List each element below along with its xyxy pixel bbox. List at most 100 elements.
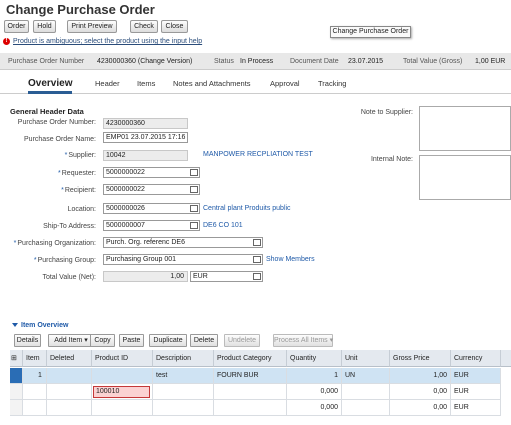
- total-gross-value: 1,00 EUR: [475, 58, 506, 65]
- po-number-value: 4230000360 (Change Version): [97, 58, 193, 65]
- cell-currency[interactable]: EUR: [451, 400, 501, 416]
- table-row[interactable]: 100010 0,000 0,00 EUR: [10, 384, 511, 400]
- tab-approval[interactable]: Approval: [270, 74, 300, 94]
- purch-group-field-label-wrap: *Purchasing Group:: [4, 257, 96, 264]
- value-help-icon[interactable]: [253, 273, 261, 280]
- value-help-icon[interactable]: [190, 205, 198, 212]
- cell-product-id[interactable]: [92, 368, 153, 384]
- cell-quantity[interactable]: 1: [287, 368, 342, 384]
- tab-header[interactable]: Header: [95, 74, 120, 94]
- show-members-link[interactable]: Show Members: [266, 256, 315, 263]
- product-id-error-input[interactable]: 100010: [93, 386, 150, 398]
- details-button[interactable]: Details: [14, 334, 41, 347]
- cell-description[interactable]: test: [153, 368, 214, 384]
- process-all-items-button[interactable]: Process All Items ▾: [273, 334, 333, 347]
- required-marker: *: [58, 170, 61, 177]
- table-row[interactable]: 0,000 0,00 EUR: [10, 400, 511, 416]
- location-link[interactable]: Central plant Produits public: [203, 205, 291, 212]
- total-net-field: 1,00: [103, 271, 188, 282]
- column-header-gross-price[interactable]: Gross Price: [390, 350, 451, 367]
- column-header-item[interactable]: Item: [23, 350, 47, 367]
- tab-items[interactable]: Items: [137, 74, 155, 94]
- tab-tracking[interactable]: Tracking: [318, 74, 346, 94]
- value-help-icon[interactable]: [190, 186, 198, 193]
- table-row[interactable]: 1 test FOURN BUR 1 UN 1,00 EUR: [10, 368, 511, 384]
- recipient-field[interactable]: 5000000022: [103, 184, 200, 195]
- add-item-button[interactable]: Add Item ▾: [48, 334, 94, 347]
- row-selector[interactable]: [10, 384, 23, 400]
- purch-org-field-label-wrap: *Purchasing Organization:: [4, 240, 96, 247]
- cell-product-category[interactable]: [214, 384, 287, 400]
- delete-button[interactable]: Delete: [190, 334, 218, 347]
- supplier-link[interactable]: MANPOWER RECPLIATION TEST: [203, 151, 313, 158]
- cell-gross-price[interactable]: 1,00: [390, 368, 451, 384]
- cell-quantity[interactable]: 0,000: [287, 400, 342, 416]
- column-header-unit[interactable]: Unit: [342, 350, 390, 367]
- cell-product-id-wrap: 100010: [92, 384, 153, 400]
- value-help-icon[interactable]: [190, 169, 198, 176]
- error-message-text[interactable]: Product is ambiguous; select the product…: [13, 38, 202, 45]
- cell-currency[interactable]: EUR: [451, 384, 501, 400]
- duplicate-button[interactable]: Duplicate: [149, 334, 187, 347]
- cell-gross-price[interactable]: 0,00: [390, 400, 451, 416]
- value-help-icon[interactable]: [253, 256, 261, 263]
- copy-button[interactable]: Copy: [90, 334, 115, 347]
- hold-button[interactable]: Hold: [33, 20, 56, 33]
- cell-product-category[interactable]: FOURN BUR: [214, 368, 287, 384]
- row-selector[interactable]: [10, 400, 23, 416]
- purch-group-field[interactable]: Purchasing Group 001: [103, 254, 263, 265]
- row-selector[interactable]: [10, 368, 23, 384]
- item-overview-title[interactable]: Item Overview: [12, 322, 68, 329]
- cell-currency[interactable]: EUR: [451, 368, 501, 384]
- tab-notes-attachments[interactable]: Notes and Attachments: [173, 74, 251, 94]
- purch-org-field[interactable]: Purch. Org. referenc DE6: [103, 237, 263, 248]
- po-name-field[interactable]: EMP01 23.07.2015 17:16: [103, 132, 188, 143]
- table-settings-icon[interactable]: ⊞: [10, 350, 23, 367]
- po-name-field-label: Purchase Order Name:: [24, 136, 96, 143]
- total-net-field-label: Total Value (Net):: [42, 274, 96, 281]
- close-button[interactable]: Close: [161, 20, 188, 33]
- po-number-field-label: Purchase Order Number:: [17, 119, 96, 126]
- cell-description[interactable]: [153, 400, 214, 416]
- column-header-currency[interactable]: Currency: [451, 350, 501, 367]
- location-field[interactable]: 5000000026: [103, 203, 200, 214]
- cell-unit[interactable]: [342, 400, 390, 416]
- internal-note-textarea[interactable]: [419, 155, 511, 200]
- error-message[interactable]: ! Product is ambiguous; select the produc…: [0, 36, 511, 47]
- print-preview-button[interactable]: Print Preview: [67, 20, 117, 33]
- column-header-description[interactable]: Description: [153, 350, 214, 367]
- cell-deleted: [47, 384, 92, 400]
- cell-description[interactable]: [153, 384, 214, 400]
- undelete-button[interactable]: Undelete: [224, 334, 260, 347]
- paste-button[interactable]: Paste: [119, 334, 144, 347]
- cell-gross-price[interactable]: 0,00: [390, 384, 451, 400]
- ship-to-link[interactable]: DE6 CO 101: [203, 222, 243, 229]
- column-header-product-id[interactable]: Product ID: [92, 350, 153, 367]
- cell-unit[interactable]: UN: [342, 368, 390, 384]
- tab-overview[interactable]: Overview: [28, 74, 73, 94]
- column-header-quantity[interactable]: Quantity: [287, 350, 342, 367]
- purch-org-value: Purch. Org. referenc DE6: [106, 239, 185, 246]
- cell-product-id[interactable]: [92, 400, 153, 416]
- column-header-deleted[interactable]: Deleted: [47, 350, 92, 367]
- ship-to-field[interactable]: 5000000007: [103, 220, 200, 231]
- po-number-label: Purchase Order Number: [8, 58, 85, 65]
- error-icon: !: [3, 37, 10, 45]
- cell-product-category[interactable]: [214, 400, 287, 416]
- recipient-value: 5000000022: [106, 186, 145, 193]
- recipient-field-label-wrap: *Recipient:: [4, 187, 96, 194]
- location-value: 5000000026: [106, 205, 145, 212]
- check-button[interactable]: Check: [130, 20, 158, 33]
- currency-field[interactable]: EUR: [190, 271, 263, 282]
- value-help-icon[interactable]: [190, 222, 198, 229]
- requester-field[interactable]: 5000000022: [103, 167, 200, 178]
- note-to-supplier-textarea[interactable]: [419, 106, 511, 151]
- order-button[interactable]: Order: [4, 20, 29, 33]
- column-header-product-category[interactable]: Product Category: [214, 350, 287, 367]
- cell-unit[interactable]: [342, 384, 390, 400]
- value-help-icon[interactable]: [253, 239, 261, 246]
- cell-quantity[interactable]: 0,000: [287, 384, 342, 400]
- currency-value: EUR: [193, 273, 208, 280]
- cell-item: [23, 400, 47, 416]
- location-field-label: Location:: [67, 206, 96, 213]
